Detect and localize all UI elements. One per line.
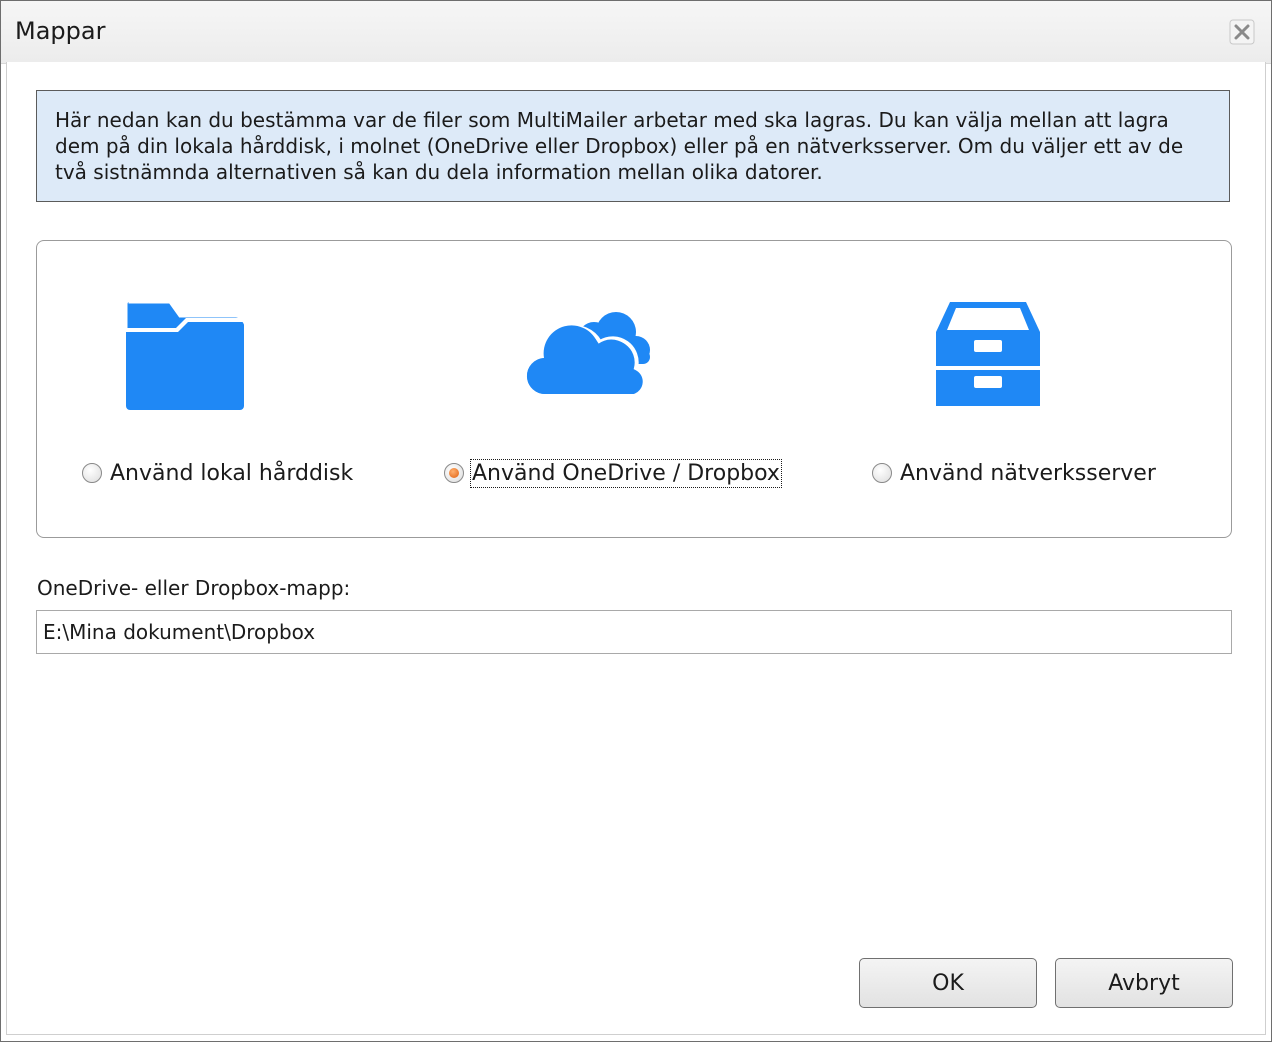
dialog-client-area xyxy=(6,62,1266,1035)
cloud-icon xyxy=(524,312,650,398)
radio-onedrive-dropbox[interactable]: Använd OneDrive / Dropbox xyxy=(444,458,782,488)
close-icon[interactable] xyxy=(1229,19,1255,45)
folder-path-label: OneDrive- eller Dropbox-mapp: xyxy=(37,576,351,600)
ok-button[interactable]: OK xyxy=(859,958,1037,1008)
radio-button[interactable] xyxy=(872,463,892,483)
info-text: Här nedan kan du bestämma var de filer s… xyxy=(55,108,1184,184)
radio-local-disk[interactable]: Använd lokal hårddisk xyxy=(82,458,353,488)
window-title: Mappar xyxy=(15,17,106,45)
radio-label-local-disk[interactable]: Använd lokal hårddisk xyxy=(110,461,353,486)
server-tray-icon xyxy=(936,302,1040,406)
radio-label-onedrive-dropbox[interactable]: Använd OneDrive / Dropbox xyxy=(470,458,782,488)
info-panel: Här nedan kan du bestämma var de filer s… xyxy=(36,90,1230,202)
radio-button[interactable] xyxy=(82,463,102,483)
cancel-button[interactable]: Avbryt xyxy=(1055,958,1233,1008)
title-bar[interactable]: Mappar xyxy=(1,1,1271,64)
radio-network-server[interactable]: Använd nätverksserver xyxy=(872,458,1156,488)
folder-path-input[interactable] xyxy=(36,610,1232,654)
radio-button-selected[interactable] xyxy=(444,463,464,483)
radio-label-network-server[interactable]: Använd nätverksserver xyxy=(900,461,1156,486)
folder-icon xyxy=(124,302,252,410)
